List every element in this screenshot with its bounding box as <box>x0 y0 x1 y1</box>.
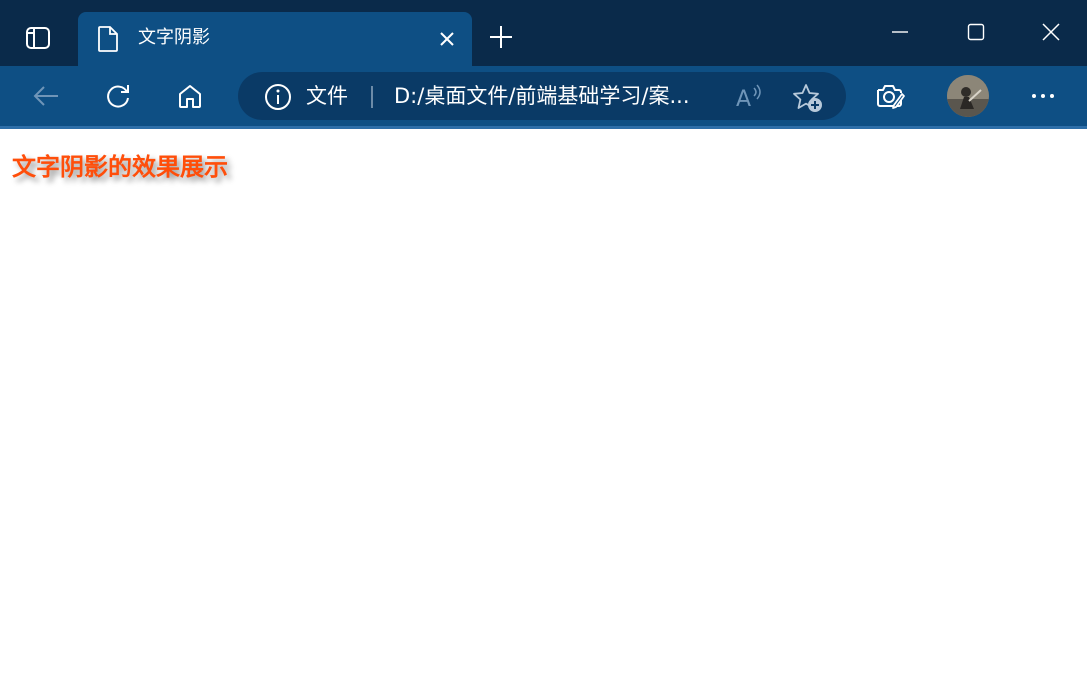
tab-actions-icon <box>26 27 50 49</box>
maximize-button[interactable] <box>954 12 998 52</box>
tab-actions-button[interactable] <box>14 14 62 62</box>
tab-active[interactable]: 文字阴影 <box>78 12 472 66</box>
maximize-icon <box>967 23 985 41</box>
screenshot-button[interactable] <box>868 74 912 118</box>
svg-text:A: A <box>736 87 751 112</box>
more-options-button[interactable] <box>1021 74 1065 118</box>
page-heading: 文字阴影的效果展示 <box>12 153 228 181</box>
browser-window: 文字阴影 文件 D:/桌面文件/前端基础学习/案... A 文字阴影的效果展示 <box>0 0 1087 676</box>
tab-title: 文字阴影 <box>138 27 210 48</box>
profile-avatar[interactable] <box>947 75 989 117</box>
home-button[interactable] <box>168 74 212 118</box>
avatar-image <box>947 75 989 117</box>
tab-close-button[interactable] <box>434 26 460 52</box>
favorite-add-icon[interactable] <box>792 82 824 114</box>
address-bar[interactable]: 文件 D:/桌面文件/前端基础学习/案... A <box>238 72 846 120</box>
minimize-icon <box>892 31 908 33</box>
back-button[interactable] <box>24 74 68 118</box>
home-icon <box>179 85 201 108</box>
navigation-toolbar: 文件 D:/桌面文件/前端基础学习/案... A <box>0 66 1087 129</box>
plus-icon <box>490 26 512 48</box>
read-aloud-icon[interactable]: A <box>734 82 764 112</box>
screenshot-icon <box>877 85 905 109</box>
minimize-button[interactable] <box>878 12 922 52</box>
refresh-icon <box>107 85 129 108</box>
url-scheme-label: 文件 <box>306 84 348 108</box>
page-content: 文字阴影的效果展示 <box>0 129 1087 676</box>
page-icon <box>98 26 118 52</box>
new-tab-button[interactable] <box>484 20 518 54</box>
title-bar: 文字阴影 <box>0 0 1087 66</box>
refresh-button[interactable] <box>96 74 140 118</box>
more-icon <box>1032 94 1054 98</box>
url-text[interactable]: D:/桌面文件/前端基础学习/案... <box>394 83 690 109</box>
close-icon <box>440 32 454 46</box>
window-close-button[interactable] <box>1029 12 1073 52</box>
close-icon <box>1042 23 1060 41</box>
arrow-left-icon <box>33 86 58 106</box>
address-divider <box>371 86 373 108</box>
info-icon[interactable] <box>264 83 292 111</box>
